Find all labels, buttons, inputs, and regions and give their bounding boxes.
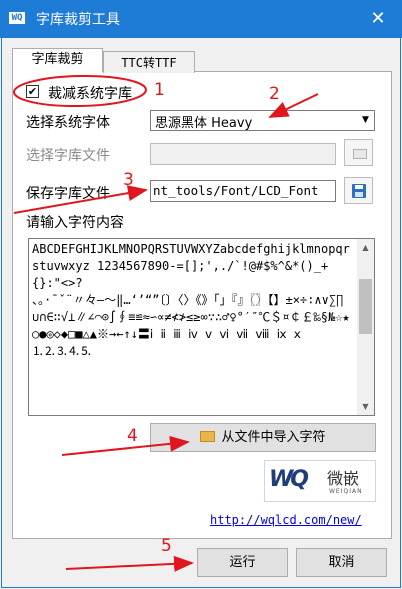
weiqian-logo: WQ 微嵌 WEIQIAN <box>264 460 376 502</box>
floppy-disk-icon <box>352 184 366 198</box>
close-window-button[interactable]: ✕ <box>354 0 402 38</box>
title-bar[interactable]: WQ 字库裁剪工具 ✕ <box>0 0 402 38</box>
characters-textarea[interactable]: ABCDEFGHIJKLMNOPQRSTUVWXYZabcdefghijklmn… <box>28 238 375 416</box>
save-file-button[interactable] <box>344 177 373 204</box>
run-button[interactable]: 运行 <box>197 548 288 577</box>
save-file-value: nt_tools/Font/LCD_Font <box>153 183 319 198</box>
import-from-file-button[interactable]: 从文件中导入字符 <box>150 423 376 452</box>
annotation-number-4: 4 <box>127 426 138 446</box>
save-file-input[interactable]: nt_tools/Font/LCD_Font <box>150 180 336 202</box>
scroll-down-icon[interactable]: ▼ <box>357 398 374 415</box>
website-link[interactable]: http://wqlcd.com/new/ <box>210 513 362 527</box>
folder-icon <box>200 431 216 442</box>
font-file-label: 选择字库文件 <box>26 148 110 164</box>
browse-font-file-button <box>344 139 373 166</box>
textarea-scrollbar[interactable]: ▲ ▼ <box>357 239 374 415</box>
app-logo-icon: WQ <box>9 12 25 24</box>
font-file-input <box>150 143 336 165</box>
import-button-label: 从文件中导入字符 <box>221 430 326 445</box>
cancel-button[interactable]: 取消 <box>296 548 387 577</box>
annotation-number-5: 5 <box>161 536 172 556</box>
scroll-up-icon[interactable]: ▲ <box>357 239 374 256</box>
system-font-value: 思源黑体 Heavy <box>155 116 253 131</box>
window-title: 字库裁剪工具 <box>36 12 120 28</box>
crop-system-font-label[interactable]: 裁减系统字库 <box>48 83 132 103</box>
save-file-label: 保存字库文件 <box>26 186 110 202</box>
folder-icon <box>353 149 367 159</box>
system-font-label: 选择系统字体 <box>26 115 110 131</box>
annotation-number-3: 3 <box>123 170 134 190</box>
characters-text: ABCDEFGHIJKLMNOPQRSTUVWXYZabcdefghijklmn… <box>32 242 350 358</box>
scrollbar-thumb[interactable] <box>359 279 372 334</box>
tab-font-crop[interactable]: 字库裁剪 <box>12 48 103 72</box>
chevron-down-icon[interactable]: ▼ <box>358 112 373 129</box>
tab-ttc-to-ttf[interactable]: TTC转TTF <box>103 51 195 73</box>
annotation-number-2: 2 <box>269 84 280 104</box>
logo-chinese-text: 微嵌 <box>327 469 360 488</box>
system-font-select[interactable]: 思源黑体 Heavy ▼ <box>150 110 375 131</box>
crop-system-font-checkbox[interactable]: ✔ <box>26 85 39 98</box>
input-chars-label: 请输入字符内容 <box>26 215 124 231</box>
annotation-number-1: 1 <box>154 80 165 100</box>
logo-mark: WQ <box>269 467 309 492</box>
logo-english-text: WEIQIAN <box>329 488 363 495</box>
